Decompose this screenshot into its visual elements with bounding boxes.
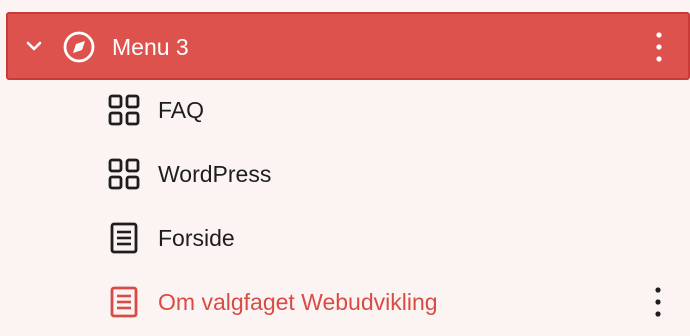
grid-icon [108,158,140,190]
chevron-down-icon[interactable] [24,36,44,56]
more-options-icon[interactable] [652,30,666,64]
list-item-label: WordPress [158,161,272,187]
list-item-label: FAQ [158,97,205,123]
compass-icon [63,31,95,63]
list-item-forside[interactable]: Forside [0,206,690,270]
list-item-label: Forside [158,225,235,251]
menu-title: Menu 3 [112,34,189,60]
list-item-om-valgfaget-webudvikling[interactable]: Om valgfaget Webudvikling [0,270,690,334]
page-icon [110,286,138,318]
list-item-wordpress[interactable]: WordPress [0,142,690,206]
page-icon [110,222,138,254]
list-item-faq[interactable]: FAQ [0,78,690,142]
menu-block-row[interactable]: Menu 3 [6,12,690,80]
list-item-label: Om valgfaget Webudvikling [158,289,438,315]
navigation-tree: Menu 3 FAQ WordPress Forside Om valgfage… [0,0,690,336]
grid-icon [108,94,140,126]
more-options-icon[interactable] [651,285,665,319]
